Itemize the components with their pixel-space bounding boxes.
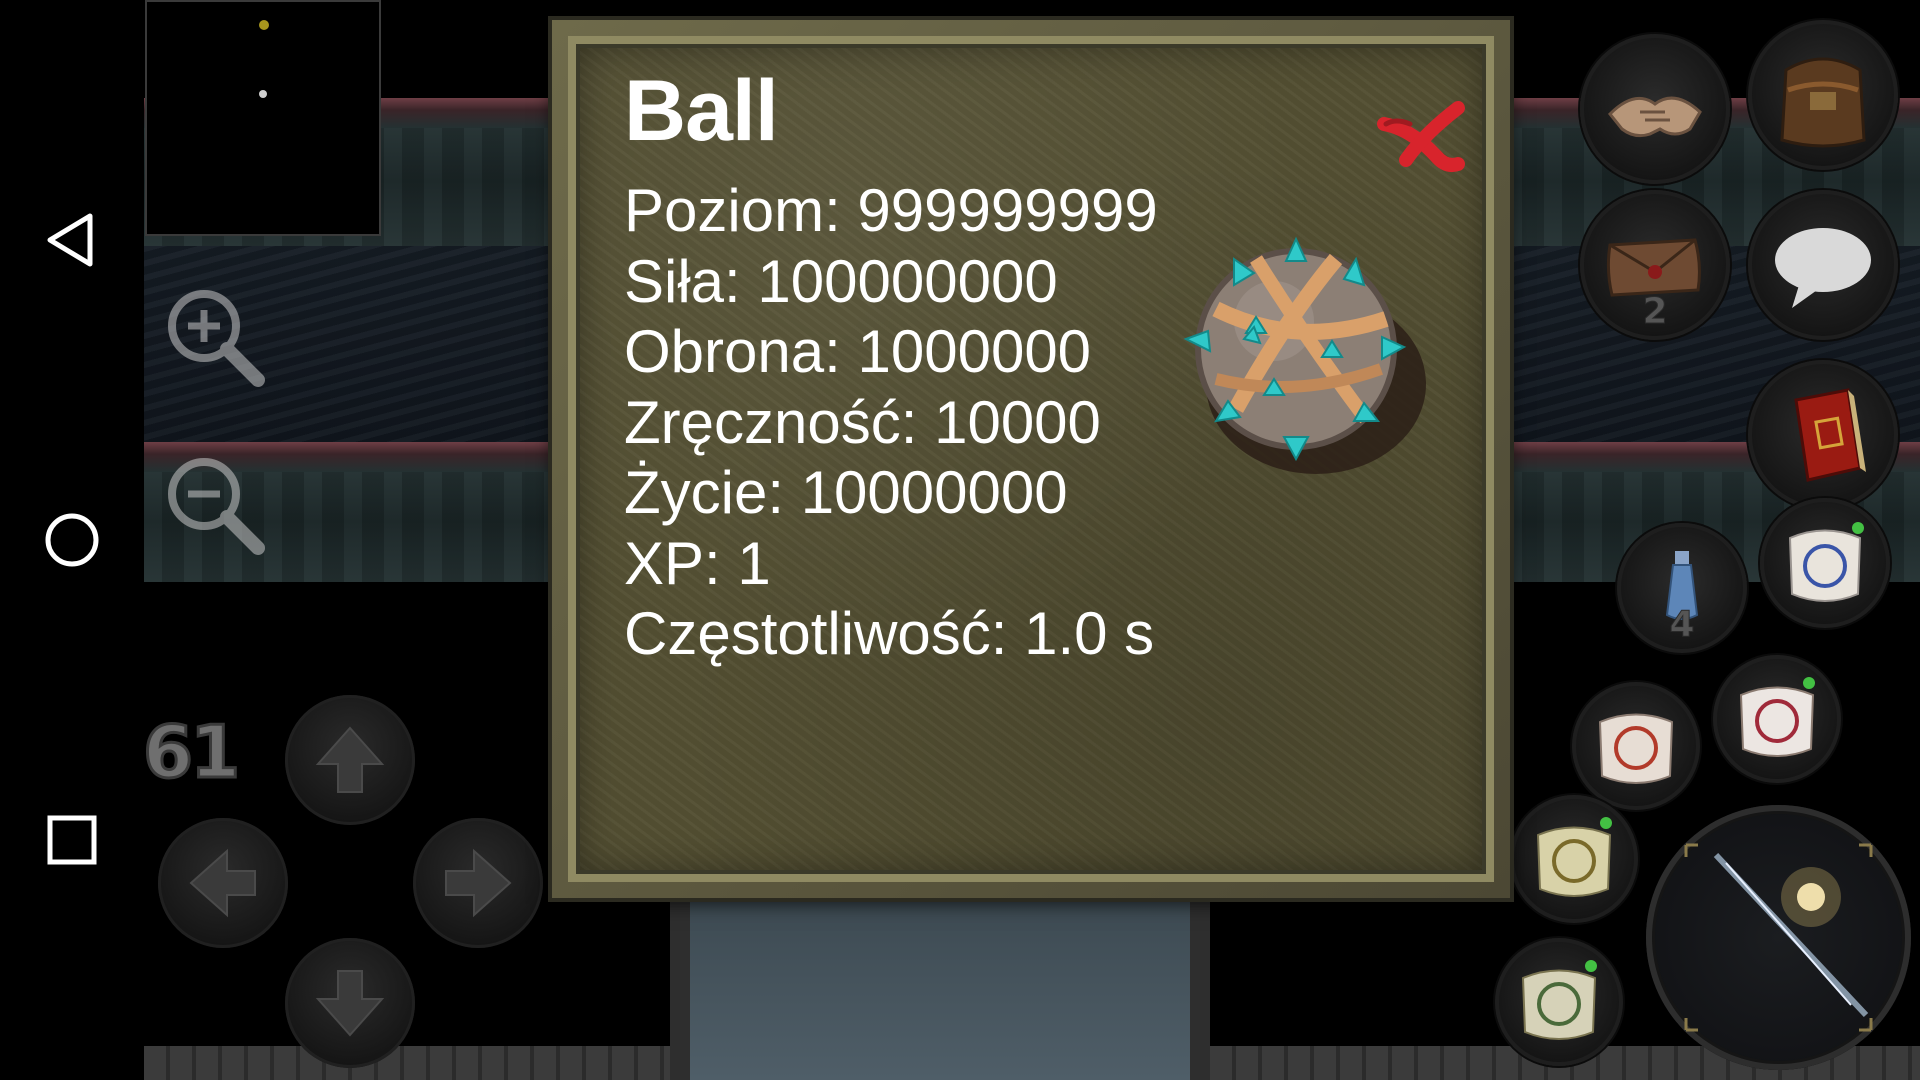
- earth-scroll-button[interactable]: [1495, 938, 1623, 1066]
- dialog-panel: Ball Poziom: 999999999 Siła: 100000000 O…: [568, 36, 1494, 882]
- chat-icon: [1775, 228, 1871, 308]
- move-down-button[interactable]: [285, 938, 415, 1068]
- zoom-in-icon[interactable]: [160, 282, 270, 392]
- move-left-button[interactable]: [158, 818, 288, 948]
- spell-scroll-icon: [1788, 522, 1864, 602]
- move-up-button[interactable]: [285, 695, 415, 825]
- compass-icon: [1684, 843, 1873, 1032]
- spellbook-icon: [1794, 388, 1866, 482]
- potion-count: 4: [1669, 604, 1695, 646]
- backpack-button[interactable]: [1748, 20, 1898, 170]
- stat-frequency: Częstotliwość: 1.0 s: [624, 600, 1155, 667]
- item-stats-list: Poziom: 999999999 Siła: 100000000 Obrona…: [624, 176, 1158, 670]
- potion-button[interactable]: 4: [1617, 523, 1747, 653]
- arrow-right-icon: [445, 848, 512, 918]
- attack-joystick[interactable]: [1646, 805, 1911, 1070]
- stat-level: Poziom: 999999999: [624, 177, 1158, 244]
- close-button[interactable]: [1366, 94, 1476, 184]
- stat-strength: Siła: 100000000: [624, 247, 1058, 315]
- arrow-up-icon: [315, 726, 385, 793]
- minimap-player-marker: [259, 90, 267, 98]
- stat-xp: XP: 1: [624, 529, 771, 597]
- spiked-ball-icon: [1156, 199, 1446, 489]
- minimap-marker: [259, 20, 269, 30]
- close-icon: [1377, 101, 1465, 172]
- zoom-out-icon[interactable]: [160, 450, 270, 560]
- letters-count: 2: [1642, 291, 1668, 333]
- rune-scroll-button[interactable]: [1713, 655, 1841, 783]
- nature-scroll-button[interactable]: [1510, 795, 1638, 923]
- stat-health: Życie: 10000000: [624, 459, 1068, 526]
- fire-scroll-button[interactable]: [1572, 682, 1700, 810]
- recents-icon[interactable]: [40, 808, 104, 872]
- minimap[interactable]: [145, 0, 381, 236]
- arrow-left-icon: [189, 848, 256, 918]
- nature-scroll-icon: [1536, 817, 1612, 897]
- rune-scroll-icon: [1739, 677, 1815, 757]
- earth-scroll-icon: [1521, 960, 1597, 1040]
- backpack-icon: [1780, 57, 1866, 148]
- trade-button[interactable]: [1580, 34, 1730, 184]
- item-title: Ball: [624, 63, 779, 159]
- game-screen: 61 2 4 Ball Poziom: 999999999 Siła: 1000…: [0, 0, 1920, 1080]
- spellbook-button[interactable]: [1748, 360, 1898, 510]
- spell-scroll-button[interactable]: [1760, 498, 1890, 628]
- trade-icon: [1607, 96, 1702, 138]
- letters-button[interactable]: 2: [1580, 190, 1730, 340]
- arrow-down-icon: [315, 970, 385, 1037]
- fps-counter: 61: [141, 709, 241, 796]
- water-pool: [670, 900, 1210, 1080]
- back-icon[interactable]: [40, 208, 104, 272]
- stat-defense: Obrona: 1000000: [624, 318, 1092, 385]
- home-icon[interactable]: [40, 508, 104, 572]
- item-info-dialog: Ball Poziom: 999999999 Siła: 100000000 O…: [552, 20, 1510, 898]
- move-right-button[interactable]: [413, 818, 543, 948]
- system-navigation-bar: [0, 0, 144, 1080]
- fire-scroll-icon: [1598, 713, 1674, 784]
- chat-button[interactable]: [1748, 190, 1898, 340]
- stat-dexterity: Zręczność: 10000: [624, 388, 1101, 456]
